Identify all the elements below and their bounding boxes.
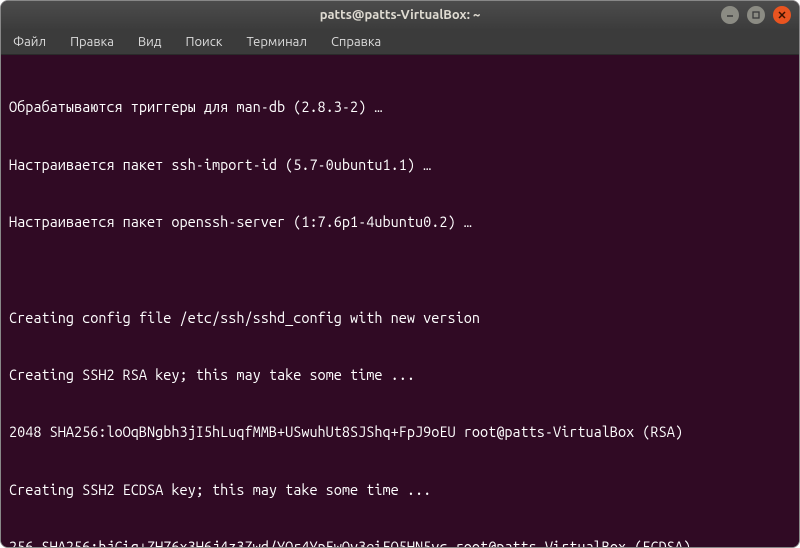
window-title: patts@patts-VirtualBox: ~ bbox=[320, 8, 481, 22]
maximize-icon bbox=[751, 10, 761, 20]
menu-help[interactable]: Справка bbox=[327, 33, 385, 51]
menu-edit[interactable]: Правка bbox=[66, 33, 118, 51]
terminal-line: Creating SSH2 ECDSA key; this may take s… bbox=[9, 480, 791, 499]
menu-view[interactable]: Вид bbox=[134, 33, 166, 51]
window-controls bbox=[721, 6, 791, 24]
terminal-line: Creating config file /etc/ssh/sshd_confi… bbox=[9, 308, 791, 327]
terminal-line: Настраивается пакет openssh-server (1:7.… bbox=[9, 212, 791, 231]
menu-file[interactable]: Файл bbox=[9, 33, 50, 51]
terminal-output[interactable]: Обрабатываются триггеры для man-db (2.8.… bbox=[1, 55, 799, 547]
terminal-window: patts@patts-VirtualBox: ~ Файл Правка Ви… bbox=[0, 0, 800, 548]
terminal-line: Обрабатываются триггеры для man-db (2.8.… bbox=[9, 97, 791, 116]
titlebar: patts@patts-VirtualBox: ~ bbox=[1, 1, 799, 29]
minimize-button[interactable] bbox=[721, 6, 739, 24]
terminal-line: Настраивается пакет ssh-import-id (5.7-0… bbox=[9, 155, 791, 174]
close-button[interactable] bbox=[773, 6, 791, 24]
close-icon bbox=[777, 10, 787, 20]
terminal-line: 256 SHA256:hjGig+ZH76x3H6j4z3Zwd/YQr4YpE… bbox=[9, 537, 791, 547]
maximize-button[interactable] bbox=[747, 6, 765, 24]
terminal-line: Creating SSH2 RSA key; this may take som… bbox=[9, 365, 791, 384]
menubar: Файл Правка Вид Поиск Терминал Справка bbox=[1, 29, 799, 55]
menu-search[interactable]: Поиск bbox=[181, 33, 226, 51]
terminal-line: 2048 SHA256:loOqBNgbh3jI5hLuqfMMB+USwuhU… bbox=[9, 422, 791, 441]
menu-terminal[interactable]: Терминал bbox=[242, 33, 310, 51]
minimize-icon bbox=[725, 10, 735, 20]
